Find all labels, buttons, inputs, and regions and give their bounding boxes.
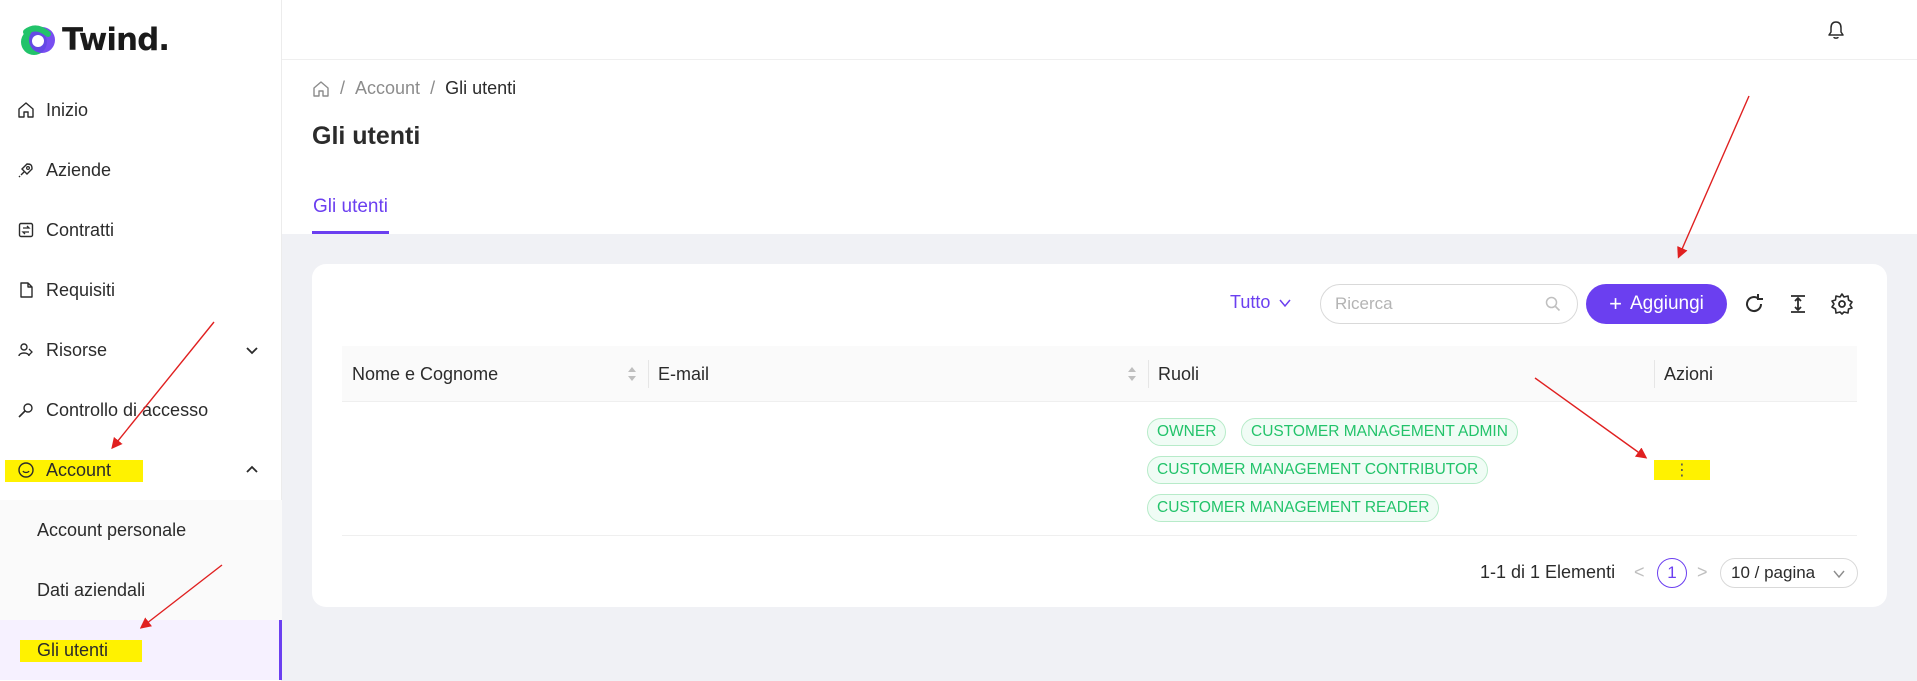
chevron-down-icon	[1833, 570, 1845, 579]
column-header-ruoli: Ruoli	[1148, 346, 1660, 402]
chevron-down-icon	[1279, 299, 1291, 307]
home-icon[interactable]	[312, 80, 330, 98]
breadcrumb-item-current: Gli utenti	[445, 78, 517, 98]
settings-gear-icon[interactable]	[1830, 292, 1854, 316]
sort-icon[interactable]	[626, 365, 638, 383]
pagination-page-button[interactable]: 1	[1657, 558, 1687, 588]
role-tag: CUSTOMER MANAGEMENT CONTRIBUTOR	[1147, 456, 1489, 484]
rocket-icon	[16, 160, 36, 180]
breadcrumb-item-account[interactable]: Account	[355, 78, 420, 99]
sidebar-item-label: Risorse	[46, 339, 108, 360]
sidebar-item-risorse[interactable]: Risorse	[0, 326, 282, 374]
breadcrumb-separator: /	[430, 78, 436, 98]
refresh-icon[interactable]	[1742, 292, 1766, 316]
row-height-icon[interactable]	[1786, 292, 1810, 316]
page-title: Gli utenti	[312, 122, 421, 150]
sidebar-subitem-label: Gli utenti	[37, 639, 109, 660]
sort-icon[interactable]	[1126, 365, 1138, 383]
tab-gli-utenti[interactable]: Gli utenti	[312, 196, 389, 234]
column-header-label: E-mail	[658, 363, 710, 384]
page-size-label: 10 / pagina	[1731, 563, 1816, 582]
sidebar-subitem-label: Account personale	[37, 519, 187, 540]
twind-logo-icon	[18, 20, 58, 60]
column-header-email[interactable]: E-mail	[648, 346, 1148, 402]
sidebar-item-controllo-accesso[interactable]: Controllo di accesso	[0, 386, 282, 434]
filter-dropdown[interactable]: Tutto	[1230, 292, 1292, 313]
column-header-label: Ruoli	[1158, 363, 1200, 384]
sidebar-subitem-dati-aziendali[interactable]: Dati aziendali	[0, 560, 282, 620]
plus-icon: +	[1609, 291, 1622, 316]
table-header: Nome e Cognome E-mail Ruoli Azioni	[342, 346, 1857, 402]
sidebar-item-label: Inizio	[46, 99, 89, 120]
add-button-label: Aggiungi	[1629, 293, 1704, 314]
column-header-label: Nome e Cognome	[352, 363, 499, 384]
smile-icon	[16, 460, 36, 480]
sidebar-item-label: Aziende	[46, 159, 112, 180]
breadcrumb-separator: /	[340, 78, 346, 98]
bell-icon[interactable]	[1825, 19, 1847, 41]
chevron-up-icon[interactable]	[242, 460, 262, 480]
column-header-azioni: Azioni	[1654, 346, 1854, 402]
sidebar-item-contratti[interactable]: Contratti	[0, 206, 282, 254]
brand-name: Twind.	[62, 22, 170, 58]
row-actions-menu-button[interactable]: ⋮	[1654, 460, 1710, 480]
sidebar-item-label: Contratti	[46, 219, 115, 240]
key-icon	[16, 400, 36, 420]
sidebar-subitem-gli-utenti[interactable]: Gli utenti	[0, 620, 282, 680]
top-bar	[282, 0, 1917, 60]
page-size-select[interactable]: 10 / pagina	[1720, 558, 1858, 588]
brand-logo[interactable]: Twind.	[18, 20, 170, 60]
sidebar-item-inizio[interactable]: Inizio	[0, 86, 282, 134]
role-tag: CUSTOMER MANAGEMENT ADMIN	[1241, 418, 1518, 446]
filter-label: Tutto	[1230, 292, 1271, 312]
role-tag: OWNER	[1147, 418, 1227, 446]
search-icon[interactable]	[1544, 295, 1562, 313]
page-header: / Account / Gli utenti Gli utenti Gli ut…	[282, 60, 1917, 234]
breadcrumb: / Account / Gli utenti	[312, 78, 516, 99]
pagination-next-button[interactable]: >	[1697, 562, 1708, 583]
sidebar-item-label: Controllo di accesso	[46, 399, 209, 420]
role-tag: CUSTOMER MANAGEMENT READER	[1147, 494, 1440, 522]
resources-icon	[16, 340, 36, 360]
document-icon	[16, 280, 36, 300]
add-user-button[interactable]: + Aggiungi	[1586, 284, 1727, 324]
contract-icon	[16, 220, 36, 240]
sidebar-item-label: Requisiti	[46, 279, 116, 300]
home-icon	[16, 100, 36, 120]
sidebar: Twind. Inizio Aziende Contratti Requisit…	[0, 0, 282, 681]
pagination-prev-button[interactable]: <	[1634, 562, 1645, 583]
pagination-total: 1-1 di 1 Elementi	[1480, 562, 1616, 582]
search-input[interactable]	[1320, 284, 1578, 324]
sidebar-item-account[interactable]: Account	[0, 446, 282, 494]
column-header-label: Azioni	[1664, 363, 1714, 384]
sidebar-item-requisiti[interactable]: Requisiti	[0, 266, 282, 314]
sidebar-item-label: Account	[46, 459, 112, 480]
column-header-nome[interactable]: Nome e Cognome	[342, 346, 648, 402]
sidebar-subitem-account-personale[interactable]: Account personale	[0, 500, 282, 560]
sidebar-item-aziende[interactable]: Aziende	[0, 146, 282, 194]
sidebar-subitem-label: Dati aziendali	[37, 579, 146, 600]
chevron-down-icon[interactable]	[242, 340, 262, 360]
table-row: OWNER CUSTOMER MANAGEMENT ADMIN CUSTOMER…	[342, 402, 1857, 536]
